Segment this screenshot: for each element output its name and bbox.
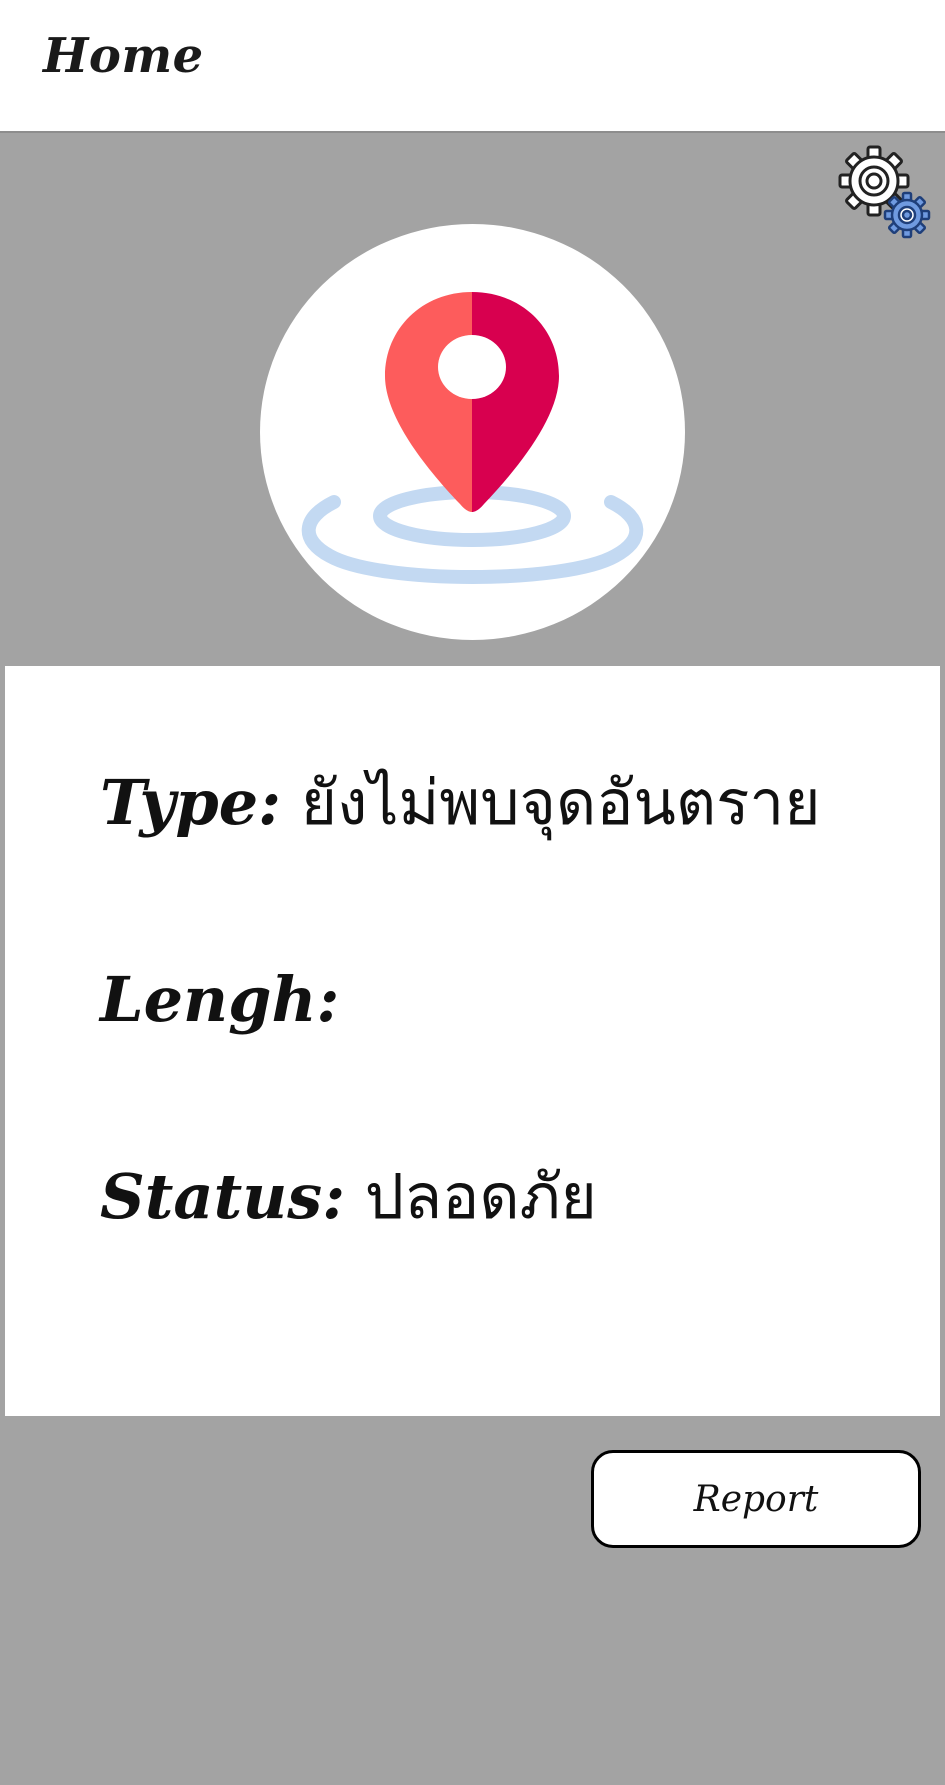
length-row: Lengh: bbox=[100, 963, 339, 1038]
location-pin-icon bbox=[301, 292, 644, 584]
page-title: Home bbox=[43, 28, 204, 84]
type-label: Type: bbox=[100, 766, 282, 839]
info-card: Type: ยังไม่พบจุดอันตราย Lengh: Status: … bbox=[5, 666, 940, 1416]
type-row: Type: ยังไม่พบจุดอันตราย bbox=[100, 766, 821, 841]
status-label: Status: bbox=[100, 1160, 346, 1233]
app-header: Home bbox=[0, 0, 945, 133]
status-row: Status: ปลอดภัย bbox=[100, 1160, 597, 1235]
length-label: Lengh: bbox=[100, 963, 340, 1036]
status-value: ปลอดภัย bbox=[345, 1160, 597, 1233]
type-value: ยังไม่พบจุดอันตราย bbox=[281, 766, 821, 839]
settings-gears-icon[interactable] bbox=[834, 143, 934, 243]
report-button[interactable]: Report bbox=[591, 1450, 921, 1548]
location-pin-badge bbox=[260, 224, 685, 640]
